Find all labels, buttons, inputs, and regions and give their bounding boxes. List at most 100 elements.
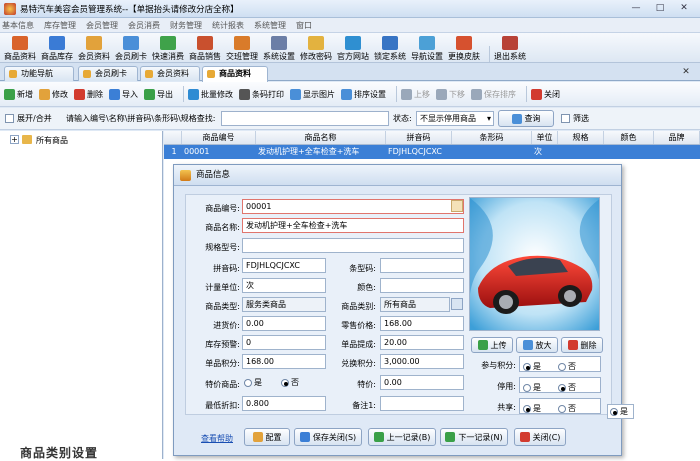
save-close-button[interactable]: 保存关闭(S) (294, 428, 362, 446)
disabled-radio-no[interactable] (558, 384, 566, 392)
cost-input[interactable]: 0.00 (242, 316, 326, 331)
next-record-button[interactable]: 下一记录(N) (440, 428, 508, 446)
toolbar-button-12[interactable]: 更换皮肤 (448, 34, 480, 62)
action-button-9[interactable]: 上移 (401, 88, 430, 100)
pinyin-input[interactable]: FDJHLQCJCXC (242, 258, 326, 273)
alert-input[interactable]: 0 (242, 335, 326, 350)
action-button-7[interactable]: 显示图片 (290, 88, 335, 100)
action-button-1[interactable]: 修改 (39, 88, 68, 100)
col-spec[interactable]: 规格 (558, 131, 604, 144)
config-button[interactable]: 配置 (244, 428, 290, 446)
help-link[interactable]: 查看帮助 (201, 433, 233, 444)
toolbar-button-11[interactable]: 导航设置 (411, 34, 443, 62)
note-input[interactable] (380, 396, 464, 411)
category-select[interactable]: 所有商品 (380, 297, 450, 312)
col-pinyin[interactable]: 拼音码 (386, 131, 452, 144)
action-button-0[interactable]: 新增 (4, 88, 33, 100)
special-radio-yes[interactable] (244, 378, 252, 387)
delete-photo-button[interactable]: 删除 (561, 337, 603, 353)
barcode-input[interactable] (380, 258, 464, 273)
tab-product-info[interactable]: 商品资料 (202, 66, 268, 82)
toolbar-button-0[interactable]: 商品资料 (4, 34, 36, 62)
toolbar-button-8[interactable]: 修改密码 (300, 34, 332, 62)
dialog-close-button[interactable]: 关闭(C) (514, 428, 566, 446)
toolbar-button-6[interactable]: 交班管理 (226, 34, 258, 62)
toolbar-button-10[interactable]: 锁定系统 (374, 34, 406, 62)
special-price-input[interactable]: 0.00 (380, 375, 464, 390)
menu-member-consume[interactable]: 会员消费 (128, 20, 160, 31)
col-name[interactable]: 商品名称 (256, 131, 386, 144)
type-select[interactable]: 服务类商品 (242, 297, 326, 312)
code-input[interactable]: 00001 (242, 199, 464, 214)
disabled-radio-group[interactable]: 是否 (519, 377, 601, 393)
toolbar-button-5[interactable]: 商品销售 (189, 34, 221, 62)
toolbar-button-2[interactable]: 会员资料 (78, 34, 110, 62)
action-button-10[interactable]: 下移 (436, 88, 465, 100)
menu-stock[interactable]: 库存管理 (44, 20, 76, 31)
action-button-11[interactable]: 保存排序 (471, 88, 516, 100)
action-button-12[interactable]: 关闭 (531, 88, 560, 100)
color-input[interactable] (380, 278, 464, 293)
join-points-radio-group[interactable]: 是否 (519, 356, 601, 372)
menu-reports[interactable]: 统计报表 (212, 20, 244, 31)
menu-finance[interactable]: 财务管理 (170, 20, 202, 31)
join-points-radio-no[interactable] (558, 363, 566, 371)
search-input[interactable] (221, 111, 389, 126)
special-radio-group[interactable]: 是 否 (244, 377, 302, 388)
redeem-input[interactable]: 3,000.00 (380, 354, 464, 369)
toolbar-button-9[interactable]: 官方网站 (337, 34, 369, 62)
disabled-radio-yes[interactable] (523, 384, 531, 392)
zoom-button[interactable]: 放大 (516, 337, 558, 353)
toolbar-button-3[interactable]: 会员刷卡 (115, 34, 147, 62)
points-input[interactable]: 168.00 (242, 354, 326, 369)
tree-root-all-products[interactable]: 所有商品 (36, 135, 68, 146)
menu-member[interactable]: 会员管理 (86, 20, 118, 31)
shared-radio-no[interactable] (558, 405, 566, 413)
menu-window[interactable]: 窗口 (296, 20, 312, 31)
menu-basic-info[interactable]: 基本信息 (2, 20, 34, 31)
filter-checkbox[interactable] (561, 114, 570, 123)
action-button-4[interactable]: 导出 (144, 88, 173, 100)
col-unit[interactable]: 单位 (532, 131, 558, 144)
spec-input[interactable] (242, 238, 464, 253)
table-row[interactable]: 1 00001 发动机护理+全车检查+洗车 FDJHLQCJCXC 次 (164, 145, 700, 159)
tab-member-info[interactable]: 会员资料 (140, 66, 200, 81)
min-discount-input[interactable]: 0.800 (242, 396, 326, 411)
action-button-2[interactable]: 删除 (74, 88, 103, 100)
toolbar-button-13[interactable]: 退出系统 (494, 34, 526, 62)
action-button-3[interactable]: 导入 (109, 88, 138, 100)
prev-record-button[interactable]: 上一记录(B) (368, 428, 436, 446)
close-tab-icon[interactable]: ✕ (680, 66, 692, 78)
action-button-8[interactable]: 排序设置 (341, 88, 386, 100)
minimize-button[interactable]: — (625, 2, 647, 16)
commission-input[interactable]: 20.00 (380, 335, 464, 350)
close-window-button[interactable]: ✕ (673, 2, 695, 16)
status-select[interactable]: 不显示停用商品 ▾ (416, 111, 494, 126)
shared-radio-group[interactable]: 是否 (519, 398, 601, 414)
shared-radio-yes[interactable] (523, 405, 531, 413)
toolbar-button-7[interactable]: 系统设置 (263, 34, 295, 62)
category-picker-icon[interactable] (451, 298, 463, 310)
upload-button[interactable]: 上传 (471, 337, 513, 353)
toolbar-button-4[interactable]: 快速消费 (152, 34, 184, 62)
action-button-5[interactable]: 批量修改 (188, 88, 233, 100)
unit-input[interactable]: 次 (242, 278, 326, 293)
action-button-6[interactable]: 条码打印 (239, 88, 284, 100)
special-radio-no[interactable] (281, 378, 289, 387)
query-button[interactable]: 查询 (498, 110, 554, 127)
col-brand[interactable]: 品牌 (654, 131, 700, 144)
toolbar-button-1[interactable]: 商品库存 (41, 34, 73, 62)
col-color[interactable]: 颜色 (604, 131, 654, 144)
tab-function-nav[interactable]: 功能导航 (4, 66, 74, 81)
maximize-button[interactable]: □ (649, 2, 671, 16)
expand-checkbox[interactable] (5, 114, 14, 123)
expand-tree-icon[interactable]: + (10, 135, 19, 144)
retail-input[interactable]: 168.00 (380, 316, 464, 331)
menu-system[interactable]: 系统管理 (254, 20, 286, 31)
join-points-radio-yes[interactable] (523, 363, 531, 371)
col-barcode[interactable]: 条形码 (452, 131, 532, 144)
tab-member-swipe[interactable]: 会员刷卡 (78, 66, 138, 81)
col-code[interactable]: 商品编号 (182, 131, 256, 144)
name-input[interactable]: 发动机护理+全车检查+洗车 (242, 218, 464, 233)
edit-icon[interactable] (451, 200, 463, 212)
